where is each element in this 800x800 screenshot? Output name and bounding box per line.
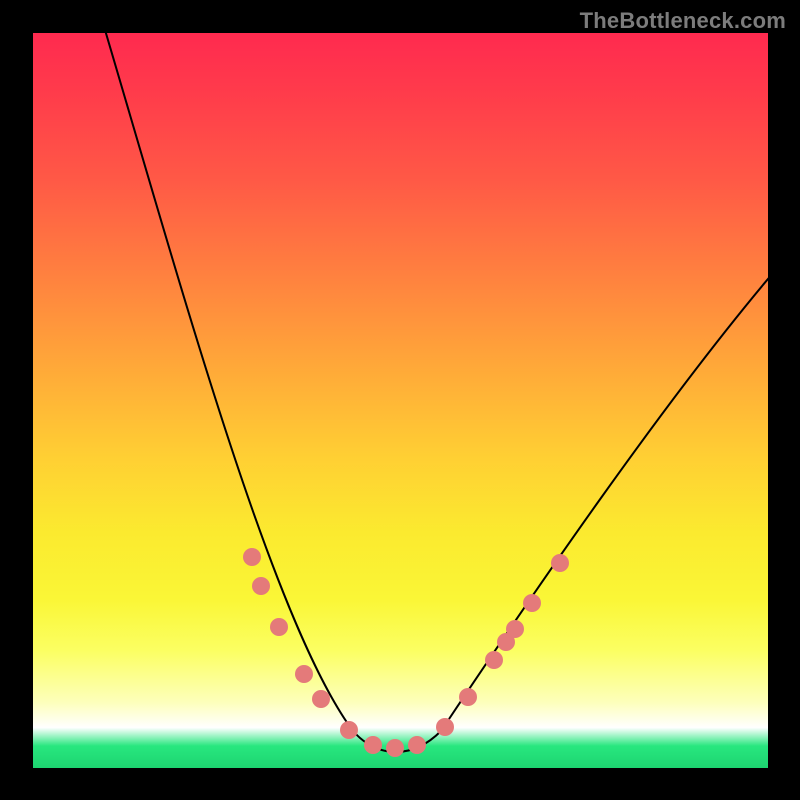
- data-point: [485, 651, 503, 669]
- data-point: [243, 548, 261, 566]
- data-point: [312, 690, 330, 708]
- data-point: [408, 736, 426, 754]
- data-point: [436, 718, 454, 736]
- plot-area: [33, 33, 768, 768]
- chart-svg: [33, 33, 768, 768]
- data-point: [270, 618, 288, 636]
- data-point: [295, 665, 313, 683]
- data-point: [506, 620, 524, 638]
- watermark-text: TheBottleneck.com: [580, 8, 786, 34]
- data-point: [252, 577, 270, 595]
- data-point: [523, 594, 541, 612]
- bottleneck-curve: [100, 33, 768, 752]
- data-markers: [243, 548, 569, 757]
- data-point: [551, 554, 569, 572]
- chart-frame: TheBottleneck.com: [0, 0, 800, 800]
- data-point: [459, 688, 477, 706]
- data-point: [364, 736, 382, 754]
- data-point: [386, 739, 404, 757]
- data-point: [340, 721, 358, 739]
